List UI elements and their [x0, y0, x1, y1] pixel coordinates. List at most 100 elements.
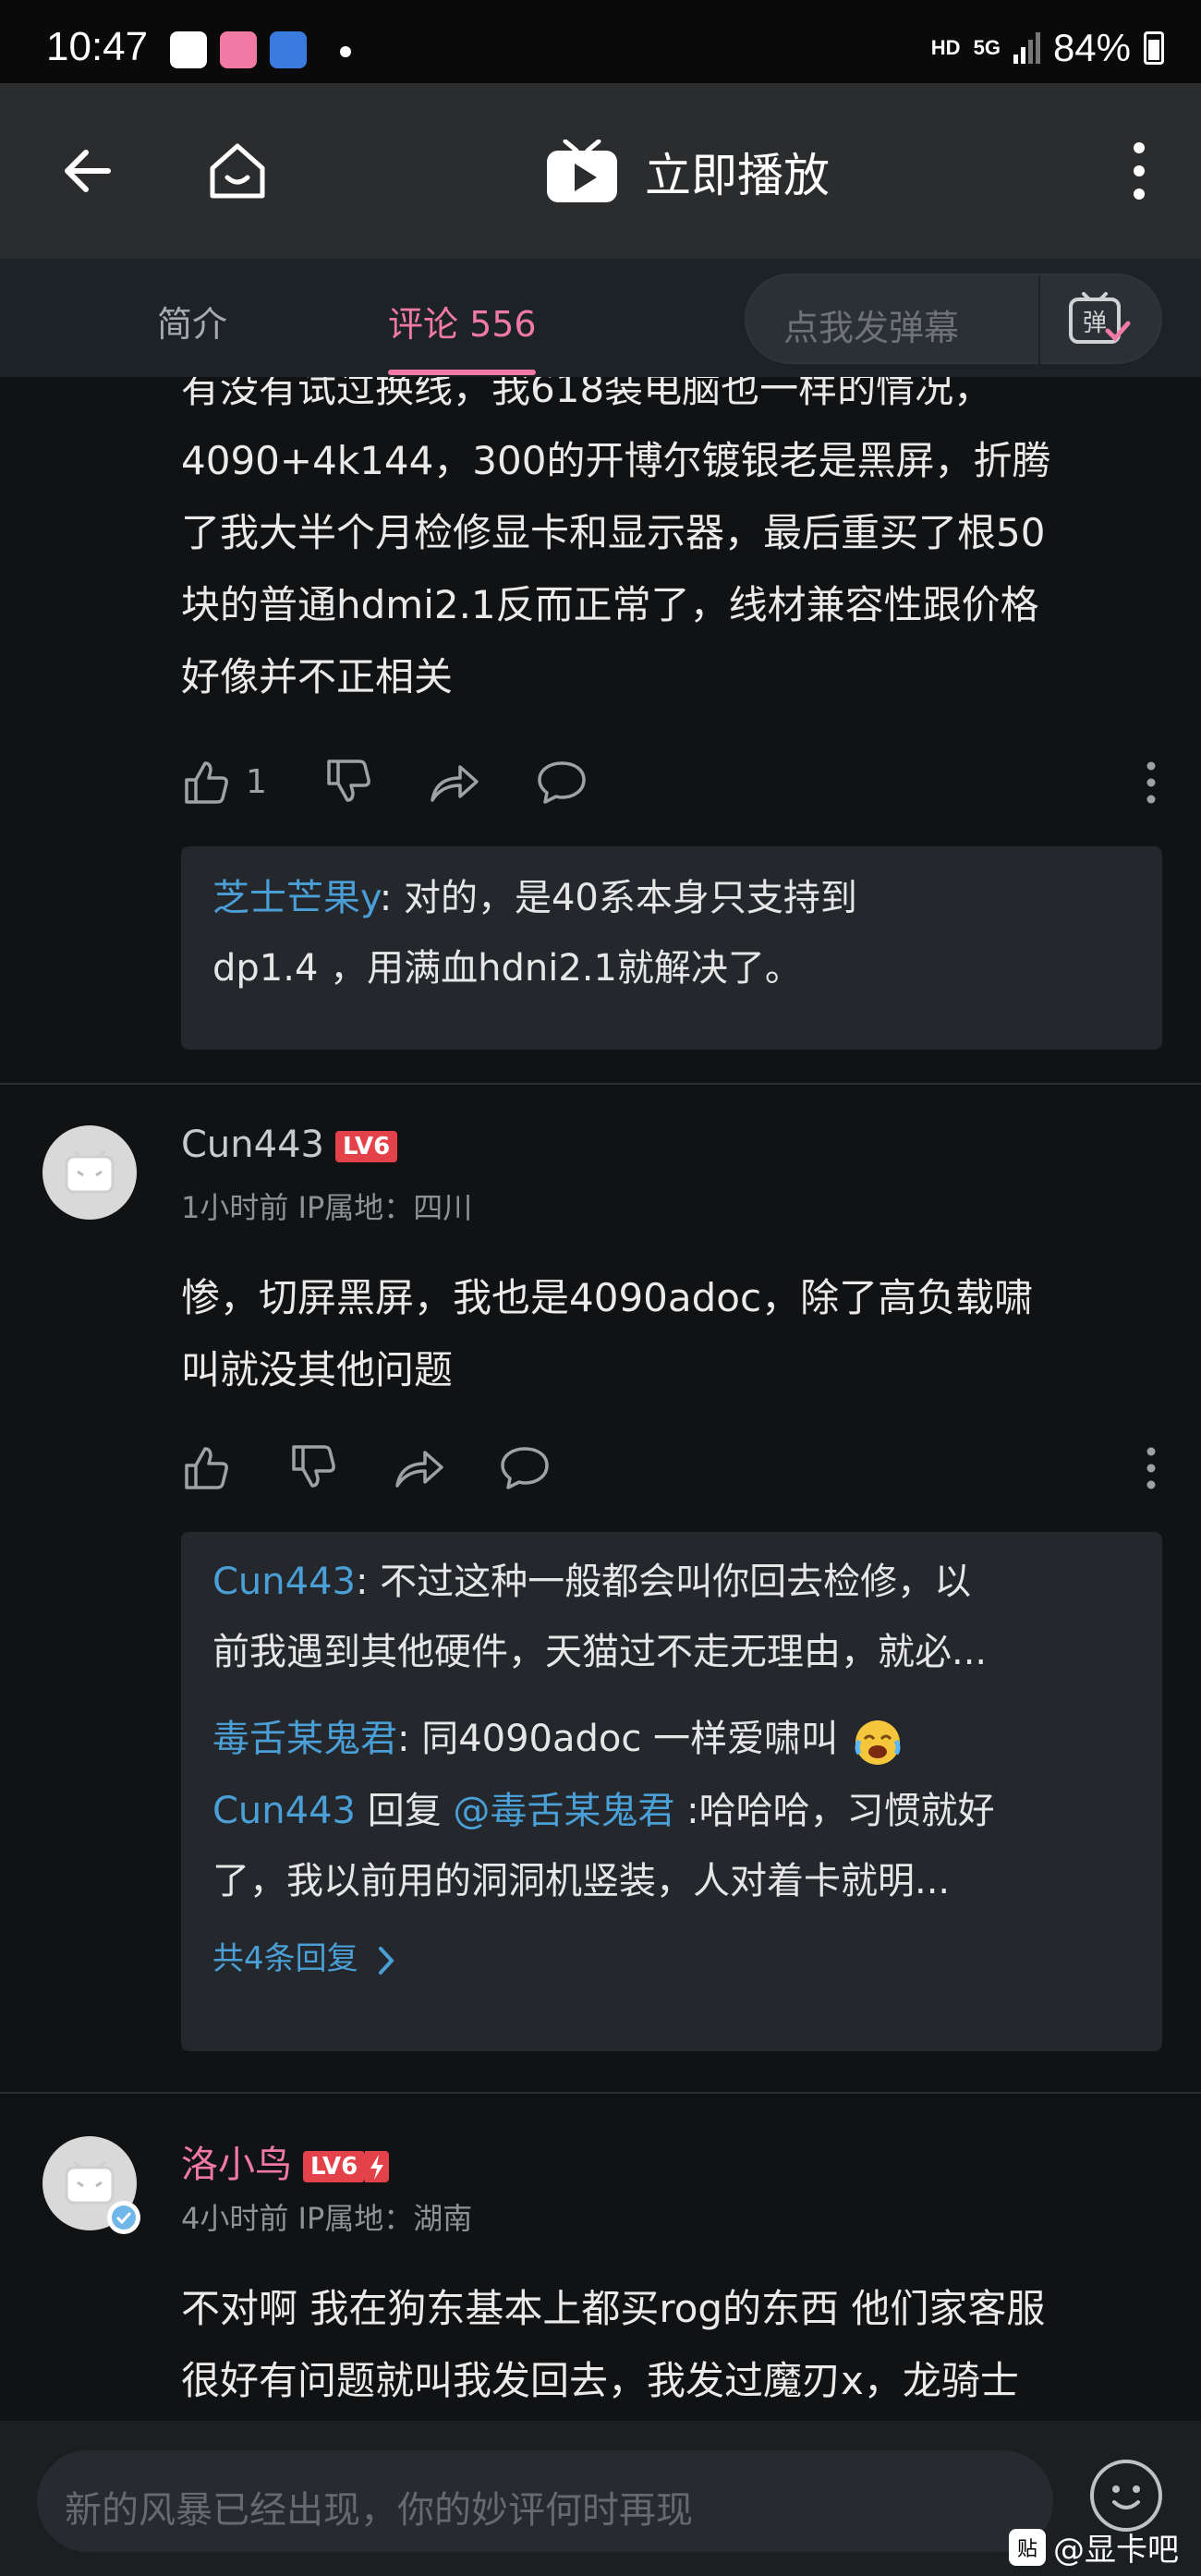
thumbs-up-icon [185, 761, 228, 804]
default-avatar-icon [65, 1149, 115, 1194]
emoji-button[interactable] [1090, 2460, 1162, 2532]
reply-username[interactable]: 芝士芒果y [212, 877, 380, 919]
level-badge: LV6 [303, 2151, 366, 2182]
reply-text: : 同4090adoc 一样爱啸叫 [397, 1718, 839, 1760]
crying-laugh-emoji-icon [855, 1720, 901, 1765]
tieba-logo-icon: 贴 [1009, 2528, 1046, 2566]
home-button[interactable] [196, 129, 279, 213]
thumbs-up-icon [185, 1447, 228, 1489]
comment-1-line: 块的普通hdmi2.1反而正常了，线材兼容性跟价格 [181, 582, 1039, 627]
share-icon [431, 765, 479, 802]
danmu-toggle-icon[interactable]: 弹 [1065, 292, 1132, 347]
bird-app-icon [270, 31, 307, 68]
battery-percent: 84% [1052, 26, 1131, 69]
chat-bubble-icon [538, 761, 586, 804]
comment-3-text: 不对啊 我在狗东基本上都买rog的东西 他们家客服 很好有问题就叫我发回去，我发… [181, 2273, 1179, 2417]
comment-1-like-count: 1 [246, 762, 267, 801]
reply-item: 芝士芒果y: 对的，是40系本身只支持到 [212, 863, 857, 933]
comment-divider [0, 1083, 1201, 1085]
top-nav: 立即播放 [0, 83, 1201, 259]
lightning-icon [365, 2151, 390, 2182]
comment-2-replies[interactable]: Cun443: 不过这种一般都会叫你回去检修，以 前我遇到其他硬件，天猫过不走无… [181, 1532, 1162, 2051]
comment-1-line: 有没有试过换线，我618装电脑也一样的情况， [181, 377, 993, 411]
comment-list[interactable]: 有没有试过换线，我618装电脑也一样的情况， 4090+4k144，300的开博… [0, 377, 1201, 2421]
username-text: Cun443 [181, 1124, 324, 1166]
tab-comments[interactable]: 评论 556 [388, 296, 537, 346]
avatar[interactable] [42, 1125, 137, 1220]
comment-1-line: 4090+4k144，300的开博尔镀银老是黑屏，折腾 [181, 438, 1051, 483]
comment-1-replies[interactable]: 芝士芒果y: 对的，是40系本身只支持到 dp1.4 ，用满血hdni2.1就解… [181, 846, 1162, 1050]
reply-username[interactable]: Cun443 [212, 1790, 356, 1832]
reply-username[interactable]: 毒舌某鬼君 [212, 1718, 397, 1760]
level-badge: LV6 [334, 1131, 398, 1162]
reply-username[interactable]: Cun443 [212, 1561, 356, 1603]
reply-item: Cun443: 不过这种一般都会叫你回去检修，以 [212, 1547, 971, 1617]
more-menu-button[interactable] [1098, 129, 1181, 213]
reply-item-cont: dp1.4 ，用满血hdni2.1就解决了。 [212, 947, 802, 990]
comment-1-dislike-button[interactable] [323, 758, 371, 806]
reply-mention[interactable]: @毒舌某鬼君 [453, 1790, 674, 1832]
back-button[interactable] [46, 129, 129, 213]
battery-icon [1144, 31, 1164, 65]
comment-2-share-button[interactable] [394, 1443, 445, 1491]
dot-icon [340, 46, 351, 57]
danmu-input[interactable]: 点我发弹幕 弹 [745, 273, 1162, 364]
status-bar: 10:47 HD 5G 84% [0, 0, 1201, 83]
comment-1-more-button[interactable] [1146, 761, 1157, 804]
reply-item: Cun443 回复 @毒舌某鬼君 :哈哈哈，习惯就好 [212, 1776, 995, 1846]
comment-1-reply-button[interactable] [536, 758, 588, 806]
comment-1-line: 了我大半个月检修显卡和显示器，最后重买了根50 [181, 510, 1046, 555]
danmu-placeholder: 点我发弹幕 [783, 308, 960, 348]
comment-input[interactable]: 新的风暴已经出现，你的妙评何时再现 [37, 2450, 1053, 2552]
more-vertical-icon [1134, 142, 1145, 200]
view-all-replies-link[interactable]: 共4条回复 [212, 1924, 397, 1994]
status-right: HD 5G 84% [931, 26, 1164, 70]
comment-2-dislike-button[interactable] [288, 1443, 336, 1491]
reply-text: : 不过这种一般都会叫你回去检修，以 [355, 1561, 972, 1603]
comment-composer: 新的风暴已经出现，你的妙评何时再现 贴 @显卡吧 [0, 2421, 1201, 2576]
comment-2-reply-button[interactable] [499, 1443, 551, 1491]
watermark: 贴 @显卡吧 [1009, 2524, 1179, 2570]
comment-1-share-button[interactable] [429, 758, 480, 806]
chat-bubble-icon [501, 1447, 549, 1489]
gallery-icon [170, 31, 207, 68]
watermark-text: @显卡吧 [1053, 2532, 1179, 2569]
home-icon [210, 143, 265, 199]
more-vertical-icon [1146, 761, 1156, 804]
bilibili-app-icon [220, 31, 257, 68]
tv-play-icon [547, 140, 617, 202]
comment-3-line: 不对啊 我在狗东基本上都买rog的东西 他们家客服 [181, 2286, 1046, 2331]
comment-3-line: 很好有问题就叫我发回去，我发过魔刃x，龙骑士 [181, 2358, 1019, 2403]
reply-text: : 对的，是40系本身只支持到 [379, 877, 857, 919]
avatar[interactable] [42, 2136, 140, 2234]
comment-3-meta: 4小时前 IP属地：湖南 [181, 2201, 473, 2236]
status-time: 10:47 [46, 24, 149, 69]
username-text: 洛小鸟 [181, 2144, 292, 2186]
verified-badge-icon [107, 2201, 140, 2234]
back-arrow-icon [65, 150, 111, 192]
thumbs-down-icon [327, 759, 370, 802]
comment-2-username[interactable]: Cun443 LV6 [181, 1124, 398, 1166]
chevron-right-icon [379, 1946, 395, 1975]
view-all-replies-text: 共4条回复 [212, 1940, 358, 1977]
comment-1-like-button[interactable]: 1 [181, 758, 267, 806]
comment-2-meta: 1小时前 IP属地：四川 [181, 1190, 473, 1225]
comment-2-line: 惨，切屏黑屏，我也是4090adoc，除了高负载啸 [181, 1275, 1034, 1320]
tab-intro[interactable]: 简介 [157, 296, 227, 346]
play-now-button[interactable]: 立即播放 [545, 139, 830, 205]
comment-1-text: 有没有试过换线，我618装电脑也一样的情况， 4090+4k144，300的开博… [181, 377, 1179, 713]
share-icon [395, 1451, 443, 1488]
tab-bar: 简介 评论 556 点我发弹幕 弹 [0, 259, 1201, 377]
comment-3-username[interactable]: 洛小鸟 LV6 [181, 2134, 390, 2188]
comment-divider [0, 2092, 1201, 2094]
smiley-icon [1112, 2485, 1140, 2509]
network-hd: HD [930, 36, 961, 59]
comment-2-line: 叫就没其他问题 [181, 1347, 454, 1392]
comment-2-more-button[interactable] [1146, 1447, 1157, 1489]
danmu-icon-label: 弹 [1083, 310, 1107, 337]
thumbs-down-icon [292, 1445, 335, 1488]
reply-item-cont: 前我遇到其他硬件，天猫过不走无理由，就必... [212, 1631, 988, 1673]
comment-2-like-button[interactable] [181, 1443, 229, 1491]
reply-text: 回复 [355, 1790, 454, 1832]
reply-text: :哈哈哈，习惯就好 [674, 1790, 995, 1832]
